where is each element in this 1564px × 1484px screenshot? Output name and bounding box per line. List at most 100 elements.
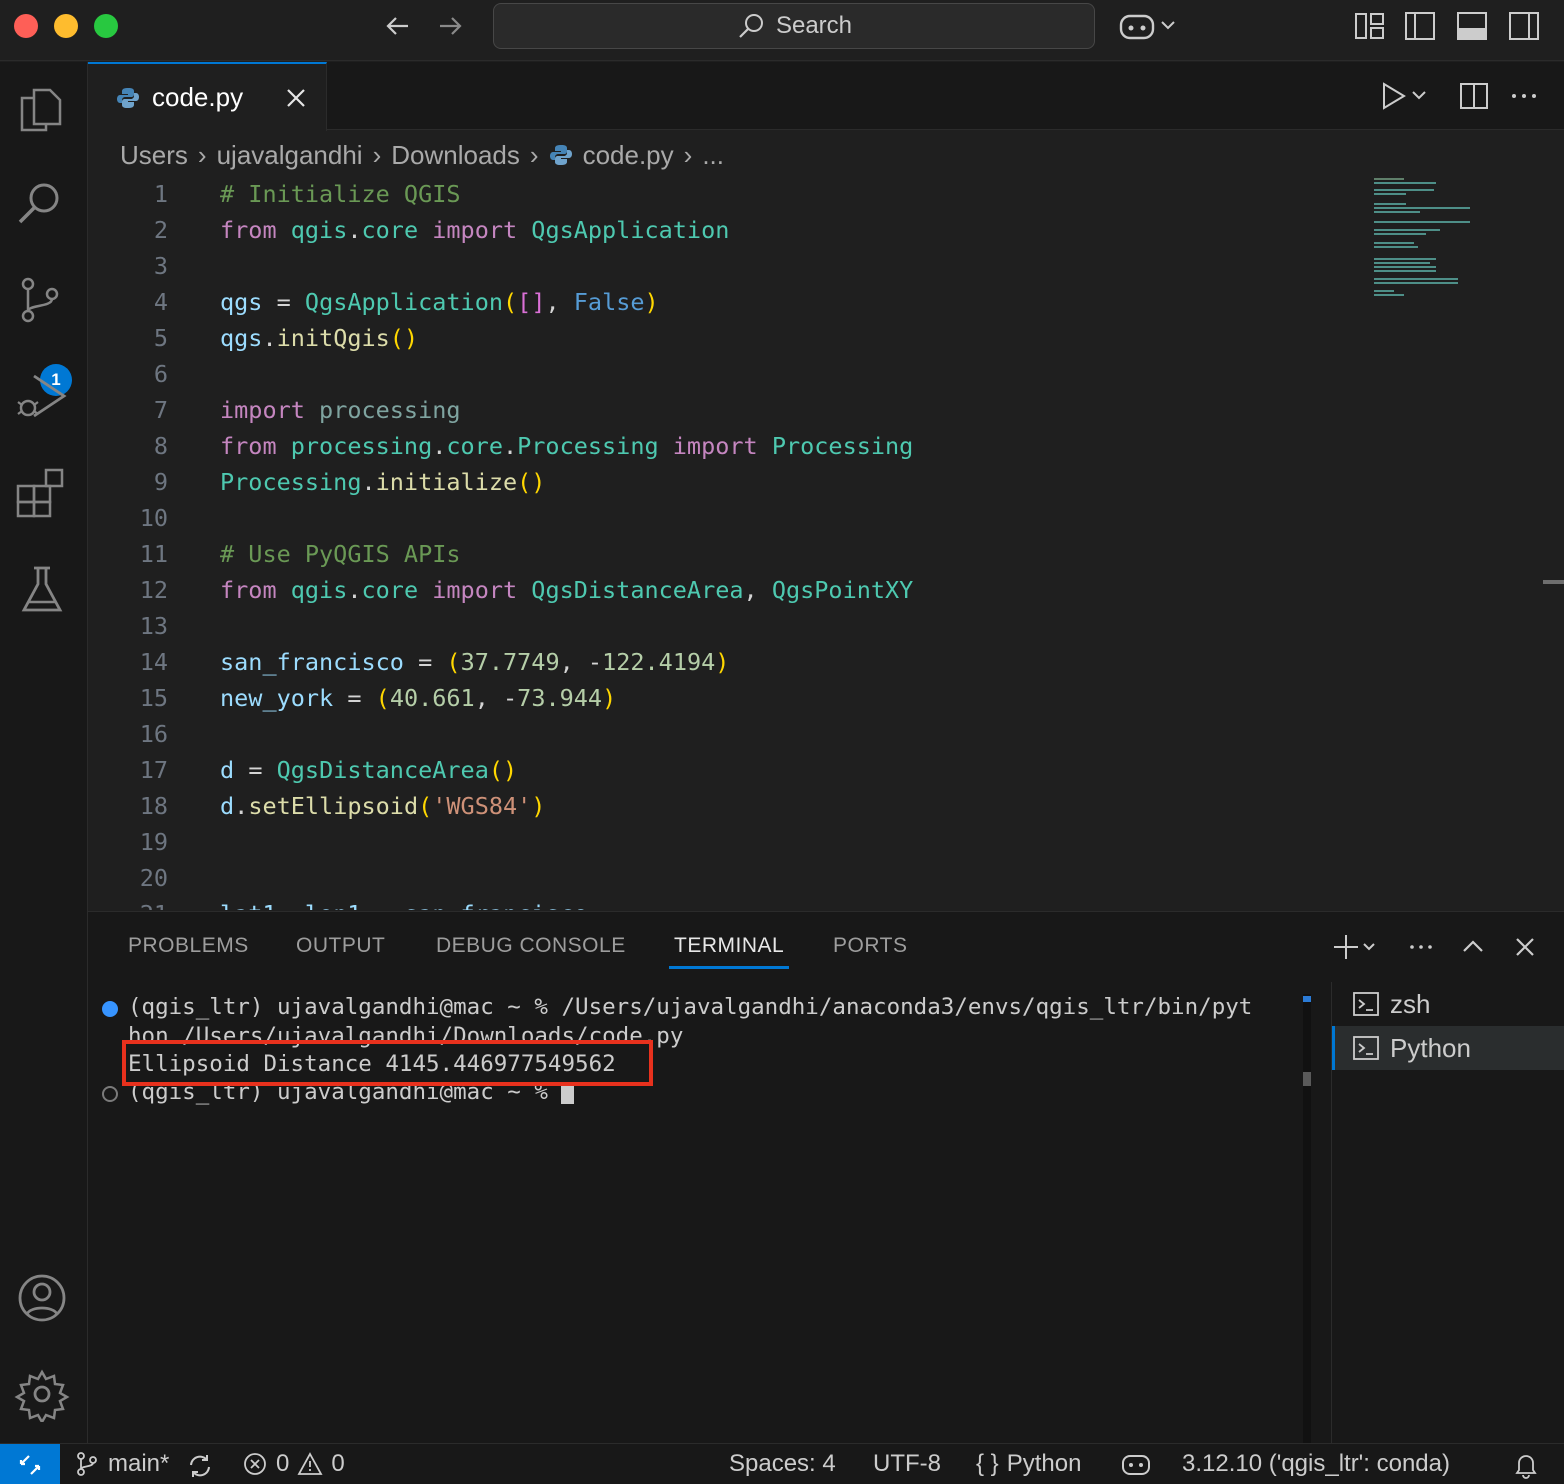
zoom-window-button[interactable] (94, 14, 118, 38)
toggle-panel-icon[interactable] (1454, 8, 1490, 44)
tab-debug-console[interactable]: DEBUG CONSOLE (436, 934, 626, 958)
back-arrow-icon[interactable] (382, 10, 414, 42)
python-interpreter-indicator[interactable]: 3.12.10 ('qgis_ltr': conda) (1182, 1450, 1450, 1478)
copilot-icon[interactable] (1118, 8, 1180, 44)
code-line[interactable]: 17 d = QgsDistanceArea() (88, 752, 1388, 788)
code-line[interactable]: 9 Processing.initialize() (88, 464, 1388, 500)
command-center-search[interactable]: Search (493, 3, 1095, 49)
source-control-icon[interactable] (14, 272, 70, 328)
branch-indicator[interactable]: main* (74, 1450, 169, 1478)
close-window-button[interactable] (14, 14, 38, 38)
terminal-scrollbar-thumb[interactable] (1303, 1072, 1311, 1086)
chevron-right-icon: › (197, 139, 207, 170)
breadcrumb-item-user[interactable]: ujavalgandhi (217, 140, 363, 171)
breadcrumb-item-file[interactable]: code.py (583, 140, 674, 171)
terminal-scrollbar-track[interactable] (1303, 994, 1311, 1444)
terminal-list: zsh Python (1331, 982, 1564, 1444)
editor-tab-bar: code.py (88, 62, 1564, 131)
split-editor-icon[interactable] (1456, 78, 1492, 114)
search-icon[interactable] (14, 176, 70, 232)
warning-icon (297, 1452, 323, 1475)
code-line[interactable]: 1 # Initialize QGIS (88, 176, 1388, 212)
code-text: from qgis.core import QgsApplication (220, 216, 730, 244)
new-terminal-icon[interactable] (1332, 932, 1378, 962)
editor-scrollbar[interactable] (1543, 580, 1564, 584)
code-text: import processing (220, 396, 461, 424)
code-line[interactable]: 15 new_york = (40.661, -73.944) (88, 680, 1388, 716)
minimize-window-button[interactable] (54, 14, 78, 38)
code-line[interactable]: 19 (88, 824, 1388, 860)
bell-icon[interactable] (1512, 1451, 1540, 1479)
code-line[interactable]: 16 (88, 716, 1388, 752)
code-line[interactable]: 7 import processing (88, 392, 1388, 428)
code-line[interactable]: 18 d.setEllipsoid('WGS84') (88, 788, 1388, 824)
sync-icon[interactable] (186, 1452, 214, 1480)
more-actions-icon[interactable] (1506, 78, 1542, 114)
indentation-indicator[interactable]: Spaces: 4 (729, 1450, 836, 1478)
terminal-item-python[interactable]: Python (1332, 1026, 1564, 1070)
terminal-item-zsh[interactable]: zsh (1332, 982, 1564, 1026)
code-line[interactable]: 14 san_francisco = (37.7749, -122.4194) (88, 644, 1388, 680)
status-bar: main* 0 0 Spaces: 4 UTF-8 { } Python 3.1… (0, 1443, 1564, 1484)
breadcrumb-item-downloads[interactable]: Downloads (391, 140, 520, 171)
line-number: 6 (153, 360, 168, 388)
code-line[interactable]: 4 qgs = QgsApplication([], False) (88, 284, 1388, 320)
code-line[interactable]: 21 lat1, lon1 = san_francisco (88, 896, 1388, 910)
line-number: 9 (153, 468, 168, 496)
toggle-primary-sidebar-icon[interactable] (1402, 8, 1438, 44)
code-line[interactable]: 10 (88, 500, 1388, 536)
code-text: d.setEllipsoid('WGS84') (220, 792, 546, 820)
tab-output[interactable]: OUTPUT (296, 934, 385, 958)
tab-problems[interactable]: PROBLEMS (128, 934, 249, 958)
code-line[interactable]: 11 # Use PyQGIS APIs (88, 536, 1388, 572)
terminal-line: (qgis_ltr) ujavalgandhi@mac ~ % /Users/u… (128, 994, 1253, 1020)
code-line[interactable]: 6 (88, 356, 1388, 392)
tab-code-py[interactable]: code.py (88, 62, 327, 131)
tab-label: code.py (152, 82, 244, 112)
code-editor[interactable]: 1 # Initialize QGIS 2 from qgis.core import… (88, 176, 1564, 910)
code-line[interactable]: 5 qgs.initQgis() (88, 320, 1388, 356)
code-line[interactable]: 2 from qgis.core import QgsApplication (88, 212, 1388, 248)
code-text: from processing.core.Processing import P… (220, 432, 914, 460)
minimap[interactable] (1372, 176, 1482, 306)
extensions-icon[interactable] (14, 464, 70, 520)
activity-bar: 1 (0, 62, 88, 1443)
code-line[interactable]: 20 (88, 860, 1388, 896)
breadcrumb-item-users[interactable]: Users (120, 140, 188, 171)
accounts-icon[interactable] (14, 1270, 70, 1326)
line-number: 3 (153, 252, 168, 280)
code-line[interactable]: 12 from qgis.core import QgsDistanceArea,… (88, 572, 1388, 608)
search-label: Search (775, 12, 853, 39)
run-and-debug-icon[interactable] (14, 368, 70, 424)
customize-layout-icon[interactable] (1352, 8, 1388, 44)
problems-indicator[interactable]: 0 0 (242, 1450, 345, 1478)
close-icon[interactable] (283, 85, 309, 111)
remote-indicator-button[interactable] (0, 1444, 60, 1484)
forward-arrow-icon[interactable] (434, 10, 466, 42)
code-line[interactable]: 3 (88, 248, 1388, 284)
line-number: 11 (139, 540, 168, 568)
encoding-indicator[interactable]: UTF-8 (873, 1450, 941, 1478)
code-line[interactable]: 8 from processing.core.Processing import … (88, 428, 1388, 464)
code-text: qgs = QgsApplication([], False) (220, 288, 659, 316)
more-actions-icon[interactable] (1406, 932, 1436, 962)
terminal-scrollbar-marker (1303, 996, 1311, 1002)
terminal-item-label: zsh (1390, 988, 1431, 1019)
code-line[interactable]: 13 (88, 608, 1388, 644)
explorer-icon[interactable] (14, 82, 70, 138)
command-success-dot (102, 1001, 118, 1017)
copilot-status-icon[interactable] (1120, 1450, 1152, 1478)
chevron-right-icon: › (683, 139, 693, 170)
branch-name: main* (108, 1450, 170, 1477)
close-panel-icon[interactable] (1510, 932, 1540, 962)
gear-icon[interactable] (14, 1366, 70, 1422)
breadcrumb: Users › ujavalgandhi › Downloads › code.… (120, 137, 724, 173)
maximize-panel-icon[interactable] (1458, 932, 1488, 962)
toggle-secondary-sidebar-icon[interactable] (1506, 8, 1542, 44)
breadcrumb-item-symbol[interactable]: ... (702, 140, 724, 171)
language-mode-indicator[interactable]: { } Python (976, 1450, 1081, 1478)
tab-terminal[interactable]: TERMINAL (674, 934, 784, 958)
tab-ports[interactable]: PORTS (833, 934, 907, 958)
testing-icon[interactable] (14, 562, 70, 618)
run-python-file-icon[interactable] (1378, 78, 1432, 114)
